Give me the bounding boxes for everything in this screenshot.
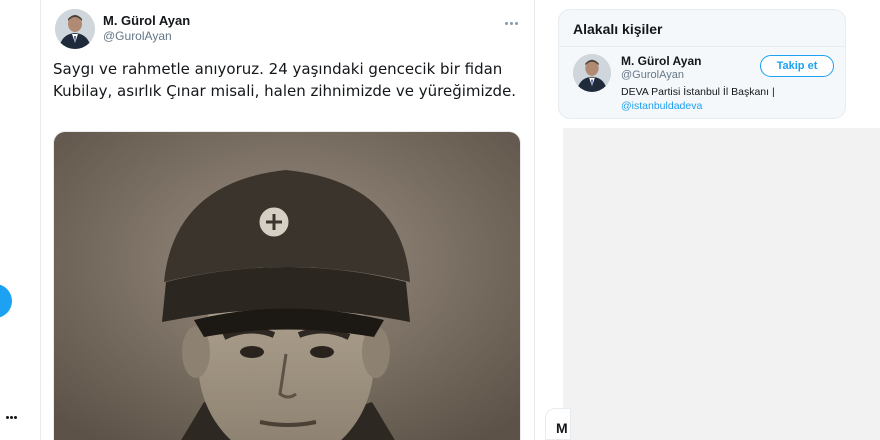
- card-divider: [559, 46, 845, 47]
- column-divider: [534, 0, 535, 440]
- author-handle[interactable]: @GurolAyan: [103, 29, 172, 43]
- messages-drawer-label[interactable]: M: [556, 420, 568, 436]
- more-dots-icon[interactable]: [505, 13, 523, 25]
- more-options-icon[interactable]: [6, 408, 26, 422]
- sidebar-placeholder-panel: [563, 128, 880, 440]
- related-person-name[interactable]: M. Gürol Ayan: [621, 54, 701, 68]
- compose-tweet-button[interactable]: [0, 284, 12, 318]
- bio-text: DEVA Partisi İstanbul İl Başkanı |: [621, 86, 775, 98]
- related-people-title: Alakalı kişiler: [573, 21, 663, 37]
- bio-link[interactable]: @istanbuldadeva: [621, 100, 702, 112]
- tweet-card[interactable]: M. Gürol Ayan @GurolAyan Saygı ve rahmet…: [41, 0, 534, 440]
- follow-button[interactable]: Takip et: [760, 55, 834, 77]
- related-person-avatar[interactable]: [573, 54, 611, 92]
- twitter-page: M. Gürol Ayan @GurolAyan Saygı ve rahmet…: [0, 0, 880, 440]
- tweet-text: Saygı ve rahmetle anıyoruz. 24 yaşındaki…: [53, 60, 517, 100]
- author-name[interactable]: M. Gürol Ayan: [103, 13, 190, 28]
- tweet-photo[interactable]: [53, 131, 521, 440]
- related-person-handle[interactable]: @GurolAyan: [621, 69, 684, 81]
- author-avatar[interactable]: [55, 9, 95, 49]
- related-person-bio: DEVA Partisi İstanbul İl Başkanı | @ista…: [621, 85, 831, 113]
